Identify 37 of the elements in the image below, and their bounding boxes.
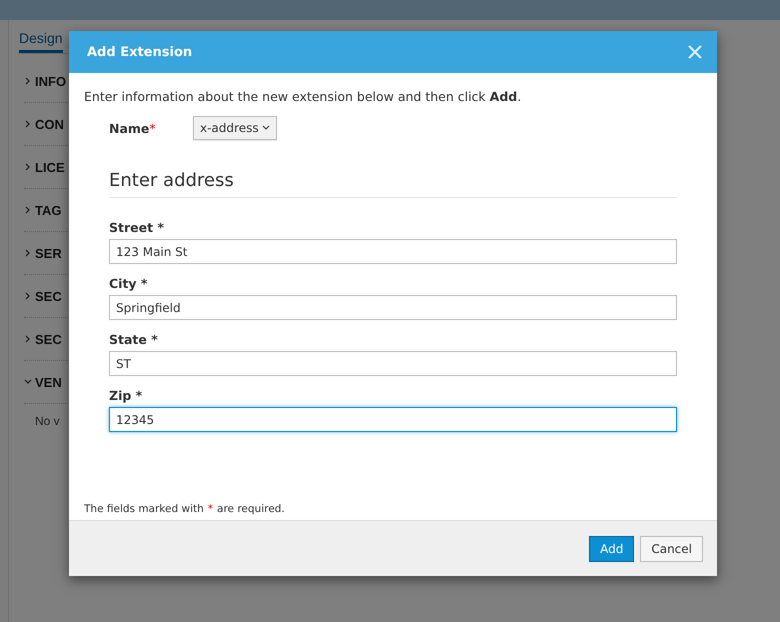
- section-header[interactable]: TAG: [35, 202, 62, 218]
- section-header[interactable]: VEN: [35, 374, 62, 390]
- chevron-right-icon[interactable]: [24, 248, 32, 258]
- chevron-right-icon[interactable]: [24, 119, 32, 129]
- section-header[interactable]: LICE: [35, 160, 65, 174]
- input-field[interactable]: 123 Main St: [109, 239, 677, 264]
- footnote-text: The fields marked with: [84, 503, 204, 515]
- chevron-right-icon[interactable]: [24, 291, 32, 301]
- section-text: No v: [35, 413, 60, 428]
- input-field[interactable]: 12345: [109, 407, 677, 432]
- section-header[interactable]: SER: [35, 246, 62, 260]
- name-dropdown[interactable]: x-address: [193, 116, 277, 140]
- footnote-text: are required.: [217, 503, 285, 515]
- chevron-right-icon[interactable]: [24, 76, 32, 86]
- chevron-right-icon[interactable]: [24, 205, 32, 215]
- required-mark: *: [149, 120, 156, 136]
- add-button[interactable]: Add: [589, 536, 634, 562]
- input-field[interactable]: ST: [109, 351, 677, 376]
- caret-icon: [262, 125, 270, 131]
- intro-text: Enter information about the new extension below and then click Add.: [84, 89, 522, 104]
- section-header[interactable]: SEC: [35, 332, 62, 346]
- section-title: Enter address: [109, 170, 677, 198]
- field-label: Street *: [109, 220, 165, 235]
- field-label: Name: [109, 120, 150, 136]
- section-header[interactable]: SEC: [35, 288, 62, 304]
- cancel-button[interactable]: Cancel: [640, 536, 703, 562]
- field-label: State *: [109, 332, 159, 347]
- section-header[interactable]: INFO: [35, 74, 66, 88]
- chevron-right-icon[interactable]: [24, 334, 32, 344]
- design-tab[interactable]: Design: [19, 28, 63, 53]
- section-header[interactable]: CON: [35, 116, 64, 132]
- input-field[interactable]: Springfield: [109, 295, 677, 320]
- field-label: Zip *: [109, 388, 144, 403]
- chevron-right-icon[interactable]: [24, 162, 32, 172]
- dialog-title: Add Extension: [87, 44, 192, 60]
- field-label: City *: [109, 276, 148, 291]
- required-mark: *: [208, 503, 214, 515]
